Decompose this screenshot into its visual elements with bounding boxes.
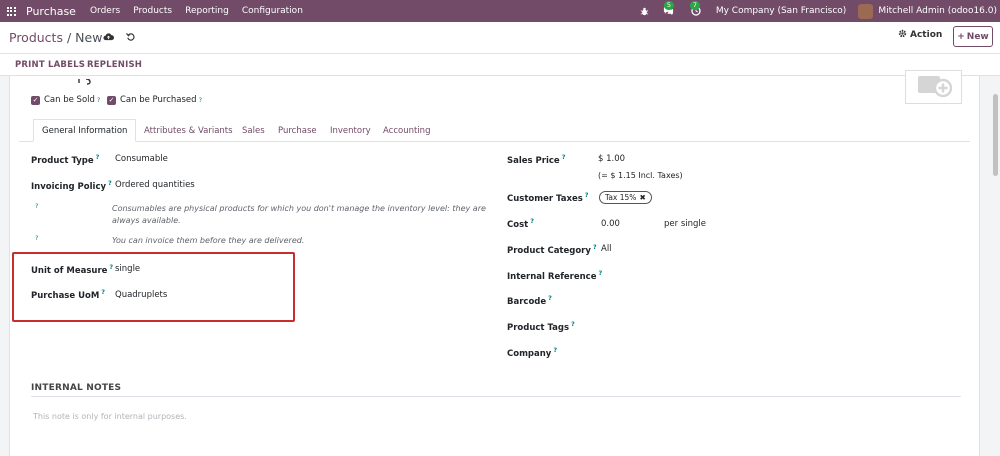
menu-configuration[interactable]: Configuration — [242, 6, 303, 16]
product-category-label: Product Category? — [507, 243, 597, 256]
invoicing-policy-label: Invoicing Policy? — [31, 179, 112, 192]
can-be-sold-label: Can be Sold — [44, 95, 95, 105]
breadcrumb: Products / New — [9, 30, 102, 45]
checkmark-icon: ✓ — [31, 95, 40, 105]
breadcrumb-separator: / — [66, 30, 72, 45]
cost-field[interactable]: 0.00 — [601, 219, 620, 229]
top-navbar: Purchase Orders Products Reporting Confi… — [0, 0, 1000, 22]
messages-badge: 5 — [663, 1, 674, 10]
can-be-purchased-label: Can be Purchased — [120, 95, 197, 105]
invoice-help-text: You can invoice them before they are del… — [112, 236, 305, 245]
product-type-field[interactable]: Consumable — [115, 154, 168, 164]
help-icon[interactable]: ? — [199, 96, 202, 104]
product-category-field[interactable]: All — [601, 244, 612, 254]
discard-undo-icon[interactable] — [126, 31, 135, 44]
invoicing-policy-field[interactable]: Ordered quantities — [115, 180, 195, 190]
action-label: Action — [910, 30, 943, 40]
company-switcher[interactable]: My Company (San Francisco) — [716, 6, 846, 16]
cost-label: Cost? — [507, 217, 534, 230]
company-label: Company? — [507, 346, 558, 359]
help-icon[interactable]: ? — [97, 96, 100, 104]
breadcrumb-current: New — [75, 30, 103, 45]
control-panel: Products / New Action + New — [0, 22, 1000, 54]
menu-reporting[interactable]: Reporting — [185, 6, 229, 16]
tab-sales[interactable]: Sales — [242, 119, 265, 142]
save-cloud-icon[interactable] — [103, 31, 115, 44]
breadcrumb-products-link[interactable]: Products — [9, 30, 63, 45]
activities-clock-icon[interactable]: 7 — [682, 0, 710, 22]
print-labels-button[interactable]: PRINT LABELS — [15, 60, 85, 70]
divider — [31, 396, 961, 397]
user-menu[interactable]: Mitchell Admin (odoo16.0) — [878, 6, 997, 16]
app-name[interactable]: Purchase — [26, 5, 76, 18]
form-statusbar: PRINT LABELS REPLENISH — [0, 54, 1000, 76]
tab-purchase[interactable]: Purchase — [278, 119, 317, 142]
checkmark-icon: ✓ — [107, 95, 116, 105]
tab-inventory[interactable]: Inventory — [330, 119, 371, 142]
sales-price-label: Sales Price? — [507, 153, 566, 166]
internal-reference-label: Internal Reference? — [507, 269, 603, 282]
tab-general-information[interactable]: General Information — [33, 119, 137, 142]
activities-badge: 7 — [689, 1, 700, 10]
customer-taxes-label: Customer Taxes? — [507, 191, 589, 204]
scrollbar-thumb[interactable] — [993, 94, 998, 176]
debug-bug-icon[interactable] — [634, 0, 656, 22]
menu-products[interactable]: Products — [133, 6, 172, 16]
scrollbar[interactable] — [991, 76, 1000, 456]
action-menu-button[interactable]: Action — [898, 29, 942, 41]
avatar[interactable] — [858, 3, 874, 19]
new-button[interactable]: + New — [953, 26, 993, 47]
internal-notes-title: INTERNAL NOTES — [31, 383, 122, 393]
product-tags-label: Product Tags? — [507, 320, 575, 333]
new-label: New — [966, 31, 989, 42]
barcode-label: Barcode? — [507, 294, 552, 307]
can-be-purchased-checkbox[interactable]: ✓ Can be Purchased ? — [107, 95, 202, 105]
form-sheet: ✓ Can be Sold ? ✓ Can be Purchased ? Gen… — [9, 70, 980, 456]
camera-plus-icon — [916, 72, 952, 102]
internal-notes-input[interactable]: This note is only for internal purposes. — [33, 412, 187, 421]
help-icon[interactable]: ? — [35, 202, 38, 210]
uom-highlight-box — [12, 252, 295, 322]
cost-unit-text: per single — [664, 219, 706, 229]
incl-taxes-text: (= $ 1.15 Incl. Taxes) — [598, 171, 683, 180]
tab-accounting[interactable]: Accounting — [383, 119, 430, 142]
sales-price-field[interactable]: $ 1.00 — [598, 154, 625, 164]
messages-icon[interactable]: 5 — [656, 0, 682, 22]
replenish-button[interactable]: REPLENISH — [87, 60, 142, 70]
product-type-label: Product Type? — [31, 153, 100, 166]
help-icon[interactable]: ? — [35, 234, 38, 242]
gear-icon — [898, 29, 907, 41]
product-image-placeholder[interactable] — [905, 70, 962, 104]
consumable-help-text: Consumables are physical products for wh… — [112, 204, 486, 225]
tax-tag[interactable]: Tax 15% ✖ — [599, 191, 652, 204]
tax-tag-label: Tax 15% — [605, 193, 637, 202]
product-name-fragment — [78, 70, 108, 85]
can-be-sold-checkbox[interactable]: ✓ Can be Sold ? — [31, 95, 100, 105]
plus-icon: + — [957, 31, 965, 42]
menu-orders[interactable]: Orders — [90, 6, 120, 16]
apps-menu-icon[interactable] — [0, 0, 22, 22]
remove-tag-icon[interactable]: ✖ — [639, 193, 645, 202]
tab-attributes-variants[interactable]: Attributes & Variants — [144, 119, 233, 142]
notebook-tabs: General Information Attributes & Variant… — [19, 119, 970, 142]
